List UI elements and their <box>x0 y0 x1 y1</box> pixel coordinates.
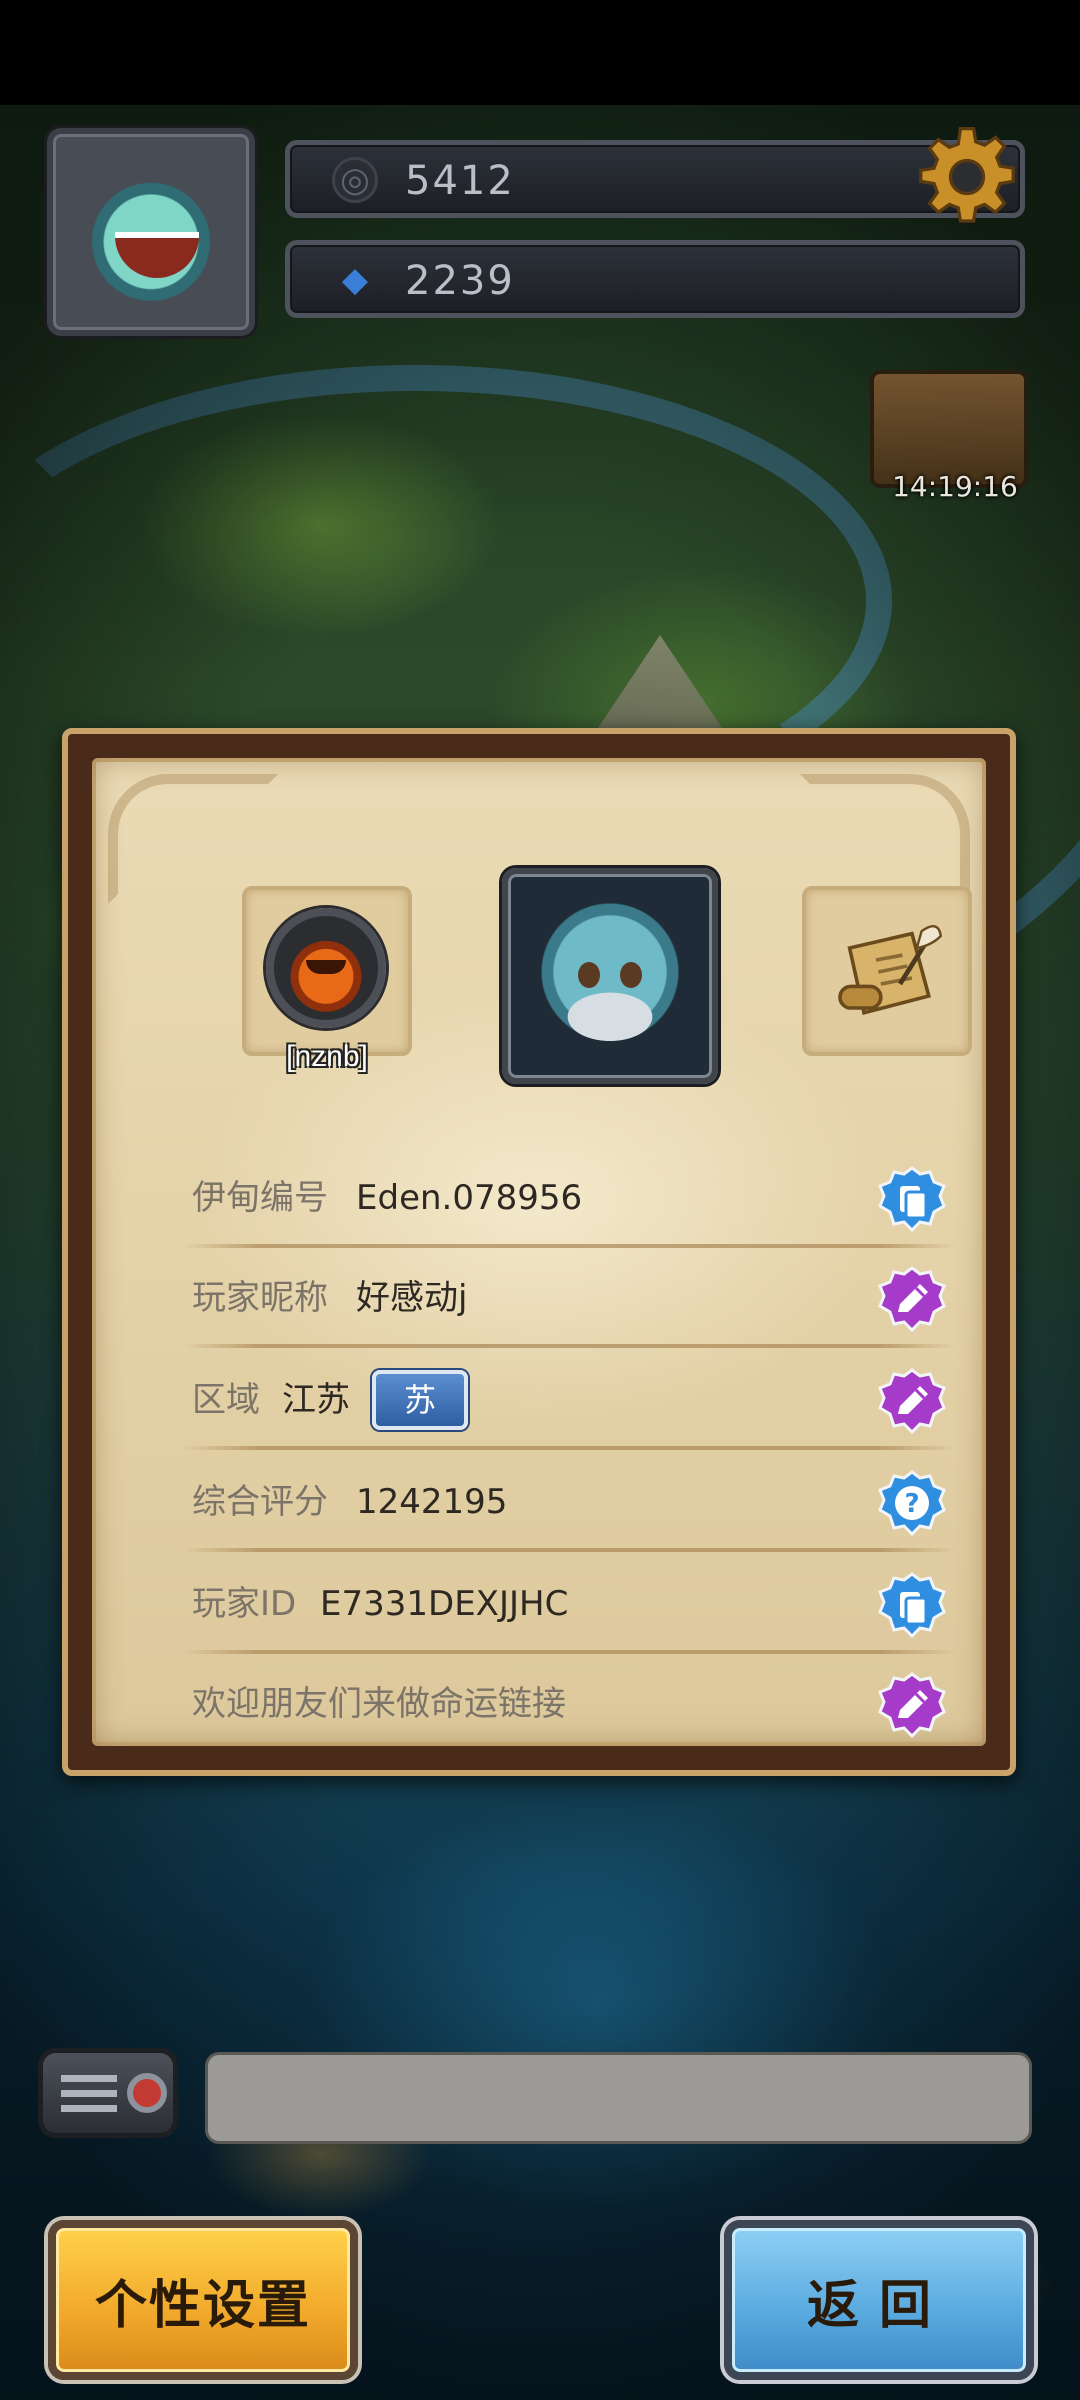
player-id-label: 玩家ID <box>192 1584 297 1624</box>
eden-number-value: Eden.078956 <box>356 1178 583 1218</box>
badge-slot[interactable] <box>242 886 412 1056</box>
svg-text:?: ? <box>904 1489 919 1519</box>
coin-amount: 5412 <box>405 158 515 204</box>
settings-gear-button[interactable] <box>912 122 1022 232</box>
edit-region-button[interactable] <box>878 1368 946 1436</box>
overall-score-row: 综合评分 1242195 ? <box>182 1452 956 1552</box>
overall-score-label: 综合评分 <box>192 1482 328 1522</box>
edit-icon <box>878 1266 946 1333</box>
back-button[interactable]: 返回 <box>724 2220 1034 2380</box>
edit-nickname-button[interactable] <box>878 1266 946 1334</box>
chat-channel-button[interactable] <box>38 2048 178 2138</box>
player-id-row: 玩家ID E7331DEXJJHC <box>182 1554 956 1654</box>
scroll-quill-icon <box>838 925 943 1016</box>
character-portrait[interactable] <box>502 868 718 1084</box>
player-avatar[interactable] <box>47 128 255 336</box>
status-bar <box>0 0 1080 105</box>
chat-indicator-icon <box>127 2073 167 2113</box>
event-timer: 14:19:16 <box>892 470 1018 503</box>
dialog-parchment: [nznb] 伊甸编号 Eden.078956 玩家昵称 好感动j 区域 江苏 … <box>92 758 986 1746</box>
menu-lines-icon <box>61 2075 117 2113</box>
personal-settings-button[interactable]: 个性设置 <box>48 2220 358 2380</box>
player-id-value: E7331DEXJJHC <box>320 1584 569 1624</box>
chat-message-bar[interactable] <box>205 2052 1032 2144</box>
copy-player-id-button[interactable] <box>878 1572 946 1640</box>
nickname-value: 好感动j <box>356 1278 468 1318</box>
eden-number-label: 伊甸编号 <box>192 1178 328 1218</box>
gem-counter[interactable]: ◆ 2239 <box>285 240 1025 318</box>
eden-number-row: 伊甸编号 Eden.078956 <box>182 1148 956 1248</box>
gem-amount: 2239 <box>405 258 515 304</box>
coin-icon: ◎ <box>332 157 378 203</box>
overall-score-value: 1242195 <box>356 1482 508 1522</box>
edit-icon <box>878 1368 946 1435</box>
badge-name: [nznb] <box>286 1040 368 1073</box>
player-info-dialog: [nznb] 伊甸编号 Eden.078956 玩家昵称 好感动j 区域 江苏 … <box>62 728 1016 1776</box>
copy-icon <box>878 1572 946 1639</box>
nickname-label: 玩家昵称 <box>192 1278 328 1318</box>
copy-eden-number-button[interactable] <box>878 1166 946 1234</box>
gear-icon <box>919 126 1015 223</box>
help-icon: ? <box>878 1470 946 1537</box>
gem-icon: ◆ <box>341 260 369 300</box>
copy-icon <box>878 1166 946 1233</box>
region-tag: 苏 <box>372 1370 468 1430</box>
score-help-button[interactable]: ? <box>878 1470 946 1538</box>
edit-icon <box>878 1672 946 1739</box>
region-label: 区域 <box>192 1380 260 1420</box>
ornament-corner <box>108 774 278 904</box>
signature-row: 欢迎朋友们来做命运链接 <box>192 1654 946 1754</box>
nickname-row: 玩家昵称 好感动j <box>182 1248 956 1348</box>
region-row: 区域 江苏 苏 <box>182 1350 956 1450</box>
edit-signature-button[interactable] <box>878 1672 946 1740</box>
pumpkin-badge-icon <box>266 908 386 1028</box>
region-value: 江苏 <box>282 1380 350 1420</box>
signature-text: 欢迎朋友们来做命运链接 <box>192 1684 566 1724</box>
records-slot[interactable] <box>802 886 972 1056</box>
ornament-corner <box>800 774 970 904</box>
